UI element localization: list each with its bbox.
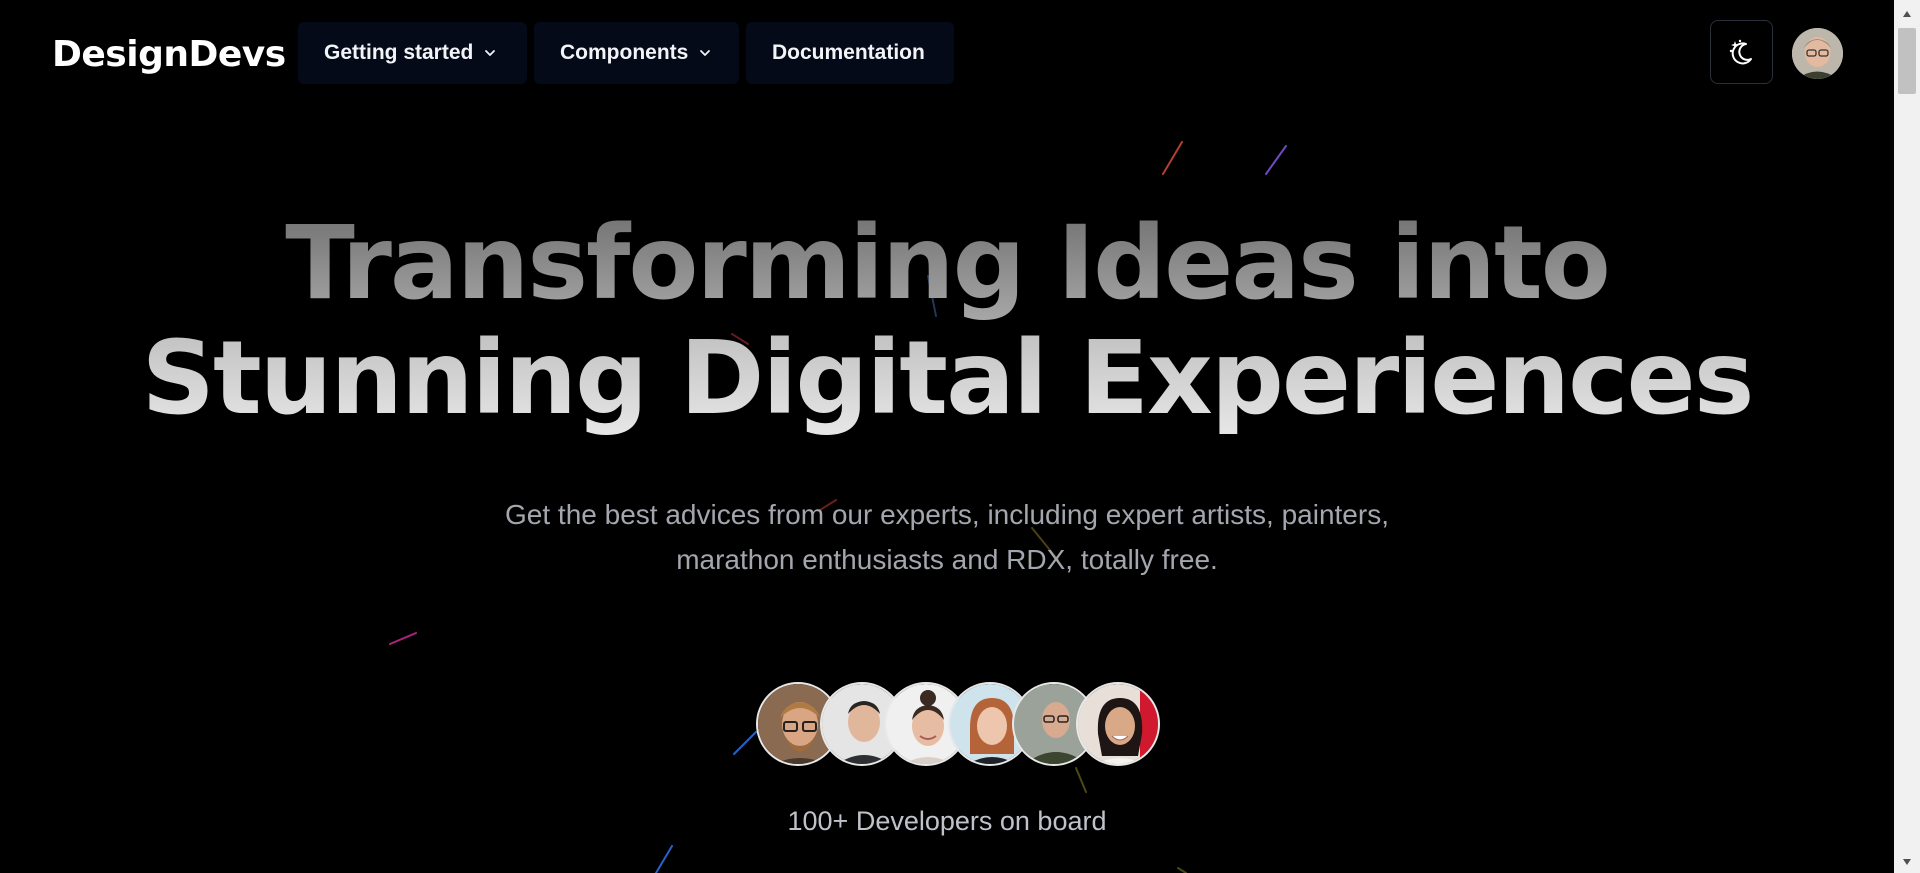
hero-title-line-2: Stunning Digital Experiences: [0, 320, 1894, 438]
brand-logo[interactable]: DesignDevs: [52, 34, 286, 75]
developer-avatar-6[interactable]: [1076, 682, 1160, 766]
vertical-scrollbar[interactable]: [1894, 0, 1920, 873]
developer-avatar-group: [756, 682, 1168, 770]
chevron-down-icon: [700, 50, 711, 56]
profile-avatar[interactable]: [1792, 28, 1843, 79]
nav-components-button[interactable]: Components: [534, 22, 739, 84]
nav-components-label: Components: [560, 41, 689, 64]
hero-subtitle: Get the best advices from our experts, i…: [470, 492, 1424, 582]
theme-toggle-button[interactable]: [1710, 20, 1773, 84]
chevron-down-icon: [485, 50, 496, 56]
nav-documentation-button[interactable]: Documentation: [746, 22, 954, 84]
scroll-up-arrow-icon[interactable]: [1894, 3, 1920, 25]
scroll-down-arrow-icon[interactable]: [1894, 851, 1920, 873]
top-navbar: DesignDevs Getting started Components Do…: [0, 20, 1894, 84]
user-avatar-image: [1792, 28, 1843, 79]
hero-title-line-1: Transforming Ideas into: [0, 205, 1894, 323]
nav-documentation-label: Documentation: [772, 41, 925, 64]
hero-subtitle-line-1: Get the best advices from our experts, i…: [505, 499, 1389, 530]
nav-getting-started-label: Getting started: [324, 41, 474, 64]
scrollbar-thumb[interactable]: [1898, 28, 1916, 94]
developers-count-label: 100+ Developers on board: [787, 806, 1107, 836]
page: DesignDevs Getting started Components Do…: [0, 0, 1894, 873]
hero-subtitle-line-2: marathon enthusiasts and RDX, totally fr…: [676, 544, 1218, 575]
moon-stars-icon: [1729, 39, 1752, 65]
nav-getting-started-button[interactable]: Getting started: [298, 22, 527, 84]
